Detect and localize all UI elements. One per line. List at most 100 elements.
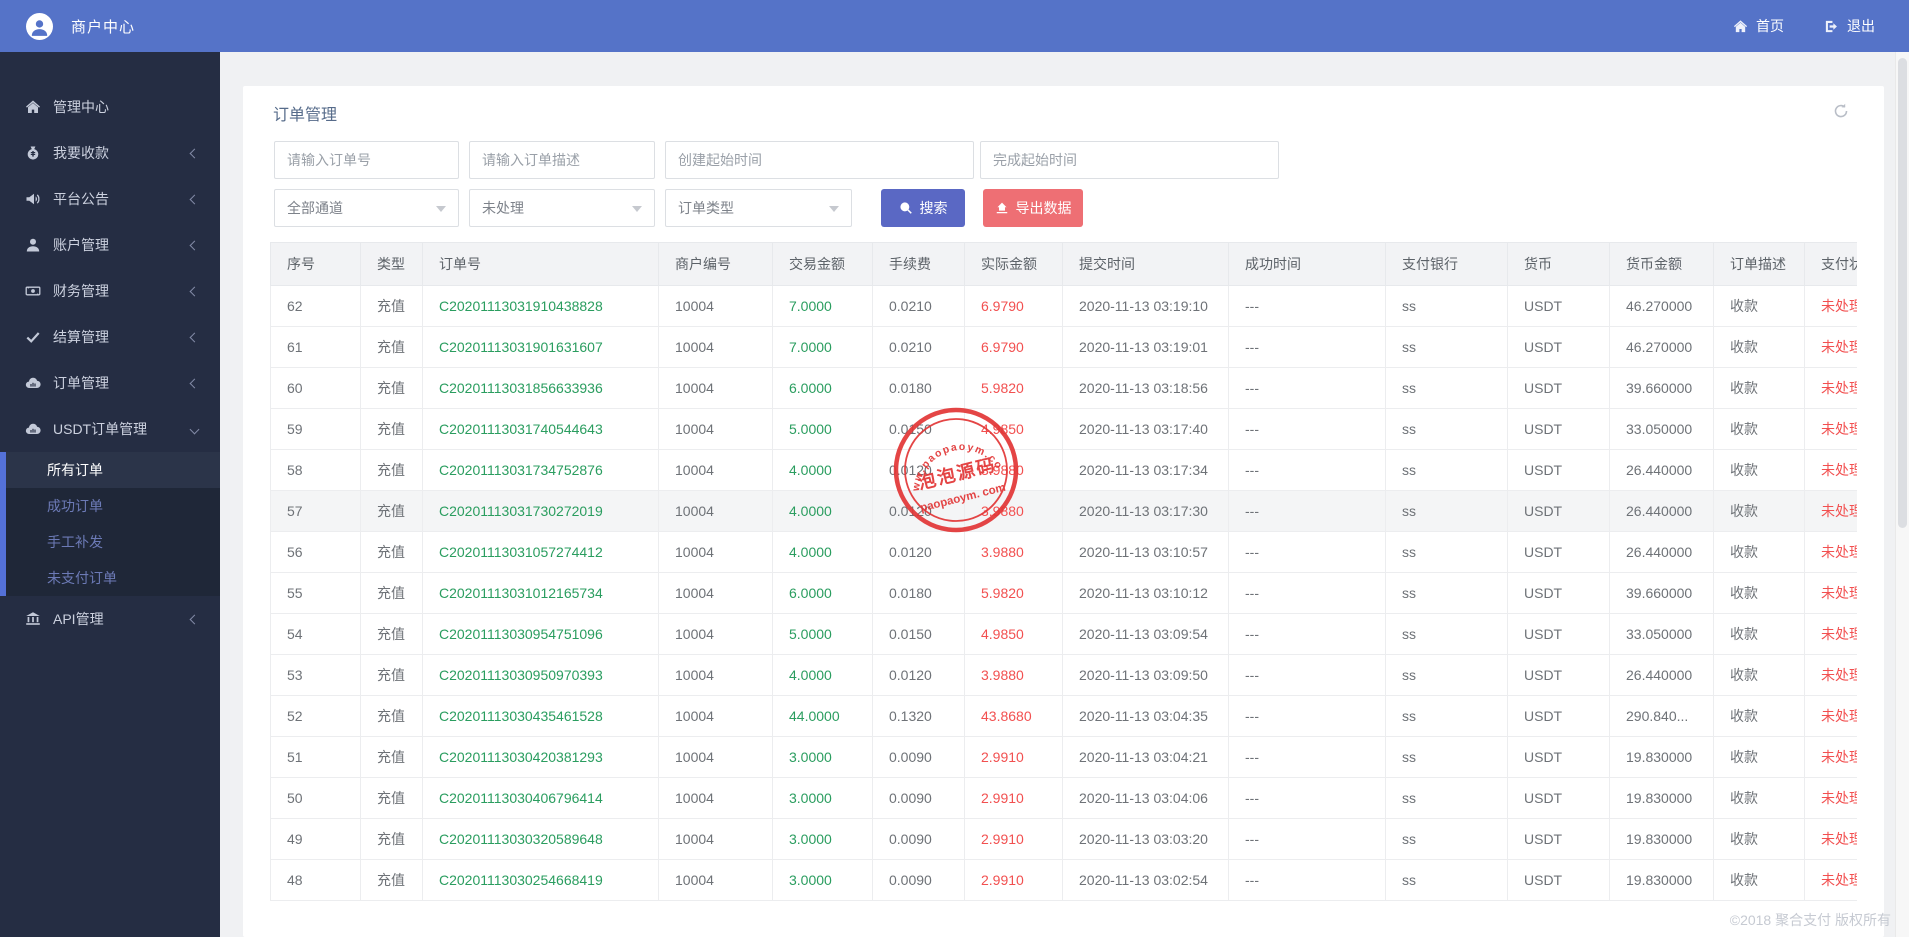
cell-货币: USDT [1507,572,1610,614]
cell-货币: USDT [1507,408,1610,450]
chevron-left-icon [189,614,200,624]
table-row: 51 充值 C20201113030420381293 10004 3.0000 0.00… [270,736,1857,778]
sidebar-item-label: 账户管理 [53,237,109,253]
handle-status-select[interactable]: 未处理 [469,189,655,227]
cell-实际金额: 3.9880 [964,449,1063,491]
cell-成功时间: --- [1228,449,1386,491]
home-link[interactable]: 首页 [1733,16,1784,36]
cell-商户编号: 10004 [658,654,773,696]
sidebar-subitem-所有订单[interactable]: 所有订单 [6,452,220,488]
search-button[interactable]: 搜索 [881,189,965,227]
column-header-序号: 序号 [270,242,361,286]
cell-货币: USDT [1507,367,1610,409]
table-row: 48 充值 C20201113030254668419 10004 3.0000 0.00… [270,859,1857,901]
sidebar-item-API管理[interactable]: API管理 [0,596,220,642]
sidebar-item-账户管理[interactable]: 账户管理 [0,222,220,268]
sidebar-item-订单管理[interactable]: 订单管理 [0,360,220,406]
cell-订单描述: 收款 [1713,285,1805,327]
sidebar-item-我要收款[interactable]: 我要收款 [0,130,220,176]
home-icon [25,99,41,115]
sidebar-subitem-手工补发[interactable]: 手工补发 [6,524,220,560]
cell-手续费: 0.0090 [872,818,965,860]
cell-序号: 49 [270,818,361,860]
orders-table: 序号 类型 订单号 商户编号 交易金额 手续费 实际金额 提交时间 成功时间 支付银行 货币 货币金额… [270,242,1857,901]
order-type-select[interactable]: 订单类型 [665,189,852,227]
chevron-down-icon [436,206,446,212]
cell-提交时间: 2020-11-13 03:04:06 [1062,777,1229,819]
chevron-left-icon [189,148,200,158]
cell-序号: 51 [270,736,361,778]
cell-交易金额: 44.0000 [772,695,873,737]
cell-交易金额: 6.0000 [772,367,873,409]
sidebar-item-label: API管理 [53,611,104,627]
cell-订单描述: 收款 [1713,531,1805,573]
cell-手续费: 0.0120 [872,490,965,532]
api-bank-icon [25,611,41,627]
cell-货币: USDT [1507,326,1610,368]
cell-交易金额: 3.0000 [772,859,873,901]
table-row: 52 充值 C20201113030435461528 10004 44.0000 0.1… [270,695,1857,737]
cell-成功时间: --- [1228,326,1386,368]
export-data-button[interactable]: 导出数据 [983,189,1083,227]
order-desc-input[interactable] [469,141,655,179]
cell-货币金额: 26.440000 [1609,531,1714,573]
cell-成功时间: --- [1228,777,1386,819]
sidebar-item-label: 管理中心 [53,99,109,115]
cell-提交时间: 2020-11-13 03:02:54 [1062,859,1229,901]
sidebar-item-财务管理[interactable]: 财务管理 [0,268,220,314]
cell-支付银行: ss [1385,490,1508,532]
cell-订单描述: 收款 [1713,654,1805,696]
sidebar-item-管理中心[interactable]: 管理中心 [0,84,220,130]
column-header-提交时间: 提交时间 [1062,242,1229,286]
sidebar-item-结算管理[interactable]: 结算管理 [0,314,220,360]
cell-手续费: 0.0120 [872,654,965,696]
scrollbar-thumb[interactable] [1898,58,1907,528]
cell-提交时间: 2020-11-13 03:17:40 [1062,408,1229,450]
cell-手续费: 0.0180 [872,572,965,614]
cell-商户编号: 10004 [658,859,773,901]
sidebar-item-平台公告[interactable]: 平台公告 [0,176,220,222]
column-header-订单号: 订单号 [422,242,659,286]
create-time-input[interactable] [665,141,974,179]
refresh-icon[interactable] [1832,102,1850,120]
sidebar-item-USDT订单管理[interactable]: USDT订单管理 [0,406,220,452]
user-icon [25,237,41,253]
finish-time-input[interactable] [980,141,1279,179]
cell-支付银行: ss [1385,285,1508,327]
cell-交易金额: 4.0000 [772,449,873,491]
cell-类型: 充值 [360,695,423,737]
cell-支付状态: 未处理 [1804,654,1857,696]
cell-货币金额: 46.270000 [1609,326,1714,368]
cell-实际金额: 5.9820 [964,572,1063,614]
announcement-icon [25,191,41,207]
cell-支付银行: ss [1385,531,1508,573]
cell-货币金额: 19.830000 [1609,736,1714,778]
order-no-input[interactable] [274,141,459,179]
cell-交易金额: 3.0000 [772,736,873,778]
export-button-label: 导出数据 [1015,200,1072,216]
cell-手续费: 0.0090 [872,736,965,778]
cell-订单描述: 收款 [1713,695,1805,737]
cell-支付银行: ss [1385,408,1508,450]
cell-支付银行: ss [1385,367,1508,409]
signout-icon [1825,20,1837,32]
cell-支付状态: 未处理 [1804,326,1857,368]
order-management-card: 订单管理 全部通道 未处理 订单类型 搜索 导出数据 序号类型订单号商户编号交易… [243,86,1884,937]
cell-支付银行: ss [1385,859,1508,901]
cell-商户编号: 10004 [658,736,773,778]
table-row: 54 充值 C20201113030954751096 10004 5.0000 0.01… [270,613,1857,655]
cell-提交时间: 2020-11-13 03:03:20 [1062,818,1229,860]
cell-类型: 充值 [360,531,423,573]
sidebar-subitem-成功订单[interactable]: 成功订单 [6,488,220,524]
logout-link[interactable]: 退出 [1824,16,1875,36]
cell-成功时间: --- [1228,408,1386,450]
cell-手续费: 0.0120 [872,449,965,491]
sidebar-menu: 管理中心我要收款 平台公告账户管理财务管理 结算管理 订单管理 USDT订单管理 所有订单… [0,52,220,642]
cell-类型: 充值 [360,859,423,901]
cell-提交时间: 2020-11-13 03:04:35 [1062,695,1229,737]
cell-货币金额: 33.050000 [1609,613,1714,655]
cell-货币: USDT [1507,613,1610,655]
cell-类型: 充值 [360,490,423,532]
channel-select[interactable]: 全部通道 [274,189,459,227]
sidebar-subitem-未支付订单[interactable]: 未支付订单 [6,560,220,596]
